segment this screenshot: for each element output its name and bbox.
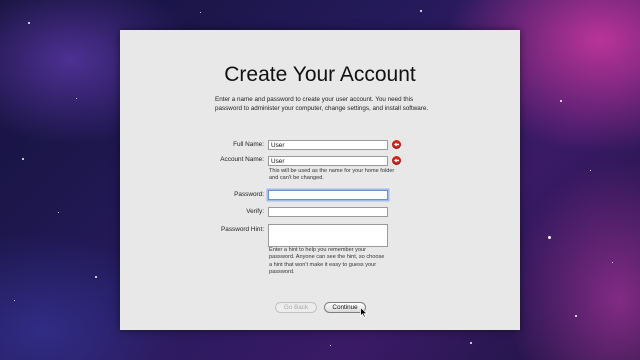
star: [58, 212, 59, 213]
verify-field[interactable]: [268, 207, 388, 217]
mouse-pointer-icon: [360, 307, 368, 318]
star: [590, 170, 591, 171]
star: [470, 342, 472, 344]
star: [575, 315, 577, 317]
star: [95, 276, 97, 278]
intro-text: Enter a name and password to create your…: [215, 96, 429, 112]
setup-window: Create Your Account Enter a name and pas…: [120, 30, 520, 330]
password-hint-help: Enter a hint to help you remember your p…: [269, 247, 385, 276]
verify-label: Verify:: [246, 208, 264, 215]
password-field[interactable]: [268, 190, 388, 200]
star: [200, 12, 201, 13]
full-name-field[interactable]: [268, 140, 388, 150]
star: [76, 98, 77, 99]
full-name-label: Full Name:: [233, 141, 264, 148]
account-name-label: Account Name:: [220, 156, 264, 163]
star: [560, 100, 562, 102]
page-title: Create Your Account: [224, 63, 416, 86]
account-name-warning-icon: [392, 156, 401, 165]
star: [22, 158, 24, 160]
star: [330, 345, 331, 346]
password-hint-field[interactable]: [268, 224, 388, 247]
password-label: Password:: [234, 191, 264, 198]
password-hint-label: Password Hint:: [221, 226, 264, 233]
star: [612, 262, 613, 263]
go-back-button[interactable]: Go Back: [275, 302, 317, 313]
star: [548, 236, 551, 239]
star: [28, 22, 30, 24]
star: [14, 300, 15, 301]
full-name-warning-icon: [392, 140, 401, 149]
star: [420, 10, 422, 12]
account-name-field[interactable]: [268, 156, 388, 166]
account-name-help: This will be used as the name for your h…: [269, 168, 395, 182]
